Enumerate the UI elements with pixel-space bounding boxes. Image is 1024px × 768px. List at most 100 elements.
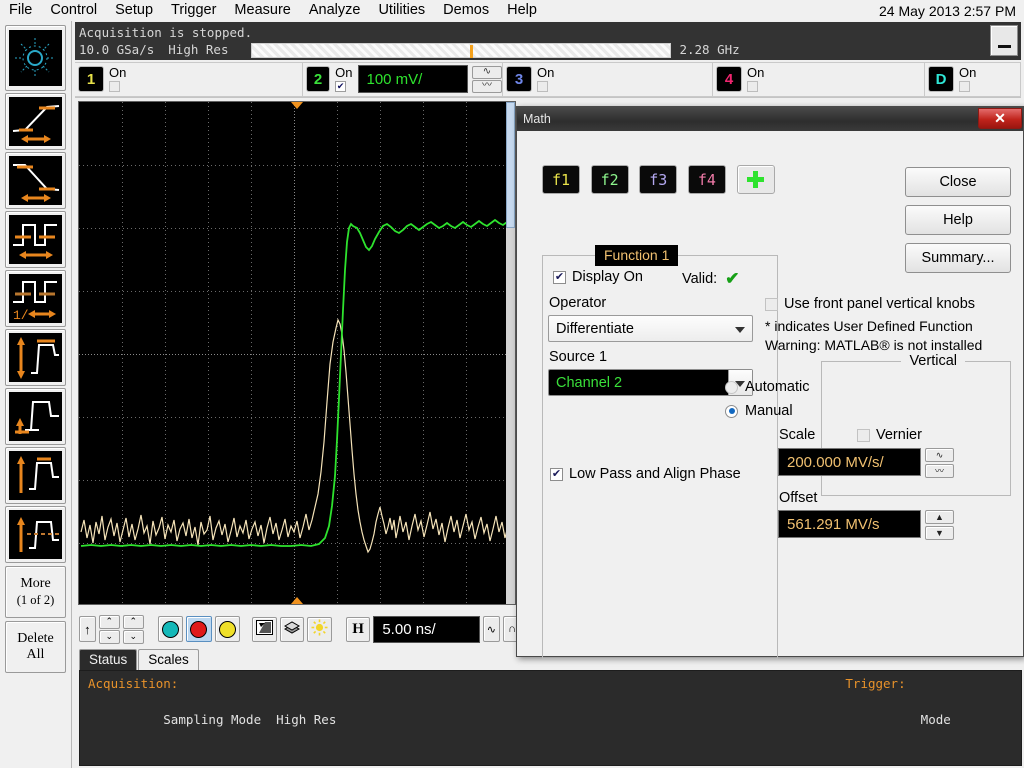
measure-rise-time-button[interactable] (5, 93, 66, 150)
channel-d-state: On (959, 65, 977, 80)
yellow-marker-button[interactable] (214, 616, 241, 642)
scale-knob-buttons[interactable]: ∿ 〰 (925, 448, 954, 478)
manual-label: Manual (745, 403, 793, 419)
tab-scales[interactable]: Scales (138, 649, 199, 670)
vertical-offset-stepper[interactable]: ⌃ ⌄ (98, 614, 120, 644)
trigger-marker-top[interactable] (291, 102, 303, 109)
function-tab-f2[interactable]: f2 (590, 165, 629, 194)
offset-down-button[interactable]: ⌄ (98, 629, 120, 644)
scrollbar-thumb[interactable] (506, 102, 515, 228)
logo-glyph (9, 30, 62, 86)
status-row: Sampling Mode High Res (88, 693, 351, 747)
menu-item-control[interactable]: Control (41, 1, 106, 20)
function-tab-f1[interactable]: f1 (542, 165, 580, 194)
menu-item-setup[interactable]: Setup (106, 1, 162, 20)
source1-select[interactable]: Channel 2 (548, 369, 753, 396)
waveform-display[interactable] (78, 101, 516, 605)
offset-increment-button[interactable]: ▲ (925, 510, 954, 524)
measure-fall-time-button[interactable] (5, 152, 66, 209)
operator-select[interactable]: Differentiate (548, 315, 753, 342)
menu-item-help[interactable]: Help (498, 1, 546, 20)
operator-value: Differentiate (556, 320, 634, 337)
channel-4-badge[interactable]: 4 (716, 66, 742, 92)
more-label: More (20, 576, 51, 591)
add-function-button[interactable] (736, 165, 775, 194)
close-button[interactable]: Close (905, 167, 1011, 197)
scale-down-button[interactable]: ⌄ (122, 629, 144, 644)
help-button[interactable]: Help (905, 205, 1011, 235)
channel-3-block[interactable]: 3 On (503, 61, 713, 97)
chevron-down-icon (735, 381, 745, 387)
measure-frequency-button[interactable]: 1/ (5, 270, 66, 327)
channel-4-state: On (747, 65, 765, 80)
channel-2-checkbox[interactable]: ✔ (335, 81, 347, 92)
menu-item-measure[interactable]: Measure (225, 1, 299, 20)
vernier-checkbox[interactable]: Vernier (857, 427, 922, 443)
lowpass-checkbox[interactable]: ✔ Low Pass and Align Phase (550, 466, 741, 482)
autoscale-button[interactable] (252, 616, 277, 642)
math-dialog[interactable]: Math ✕ f1 f2 f3 f4 Close Help Summary... (516, 106, 1024, 659)
timebase-wave-button-1[interactable]: ∿ (482, 616, 501, 642)
red-marker-button[interactable] (186, 616, 212, 642)
measure-period-button[interactable] (5, 211, 66, 268)
channel-2-wave-icon-1[interactable]: ∿ (472, 65, 502, 79)
trigger-marker-bottom[interactable] (291, 597, 303, 604)
measure-top-button[interactable] (5, 447, 66, 504)
channel-4-checkbox[interactable] (747, 81, 758, 92)
summary-button[interactable]: Summary... (905, 243, 1011, 273)
timebase-value[interactable]: 5.00 ns/ (373, 615, 480, 643)
delete-all-button[interactable]: Delete All (5, 621, 66, 673)
more-measurements-button[interactable]: More (1 of 2) (5, 566, 66, 618)
math-dialog-titlebar[interactable]: Math ✕ (517, 107, 1023, 131)
automatic-radio[interactable]: Automatic (725, 379, 885, 395)
channel-4-block[interactable]: 4 On (713, 61, 925, 97)
math-dialog-title: Math (523, 112, 551, 126)
display-on-checkbox[interactable]: ✔ Display On (553, 269, 643, 285)
offset-spinner[interactable]: ▲ ▼ (925, 510, 954, 540)
scale-wave-button-2[interactable]: 〰 (925, 464, 954, 478)
measure-amplitude-button[interactable] (5, 329, 66, 386)
cyan-marker-button[interactable] (157, 616, 184, 642)
function-tab-f4[interactable]: f4 (687, 165, 726, 194)
waveform-scrollbar[interactable] (506, 102, 515, 604)
function-tab-f3[interactable]: f3 (639, 165, 678, 194)
channel-2-wave-icon-2[interactable]: 〰 (472, 79, 502, 93)
bandwidth-marker[interactable] (469, 44, 473, 58)
menu-item-analyze[interactable]: Analyze (300, 1, 370, 20)
channel-3-checkbox[interactable] (537, 81, 548, 92)
math-close-button[interactable]: ✕ (978, 108, 1022, 129)
minimize-button[interactable] (990, 25, 1018, 56)
front-panel-knobs-checkbox[interactable]: Use front panel vertical knobs (765, 296, 975, 312)
menu-item-demos[interactable]: Demos (434, 1, 498, 20)
scale-wave-button-1[interactable]: ∿ (925, 448, 954, 462)
channel-d-block[interactable]: D On (925, 61, 1021, 97)
channel-2-scale-value[interactable]: 100 mV/ (358, 65, 468, 93)
channel-2-badge[interactable]: 2 (306, 66, 331, 92)
manual-radio[interactable]: Manual (725, 403, 885, 419)
horizontal-mode-button[interactable]: H (345, 616, 371, 642)
trigger-level-button[interactable]: ↑ (79, 616, 96, 642)
vertical-scale-stepper[interactable]: ⌃ ⌄ (122, 614, 144, 644)
scale-up-button[interactable]: ⌃ (122, 614, 144, 629)
channel-1-block[interactable]: 1 On (75, 61, 303, 97)
offset-decrement-button[interactable]: ▼ (925, 526, 954, 540)
channel-2-block[interactable]: 2 On ✔ 100 mV/ ∿ 〰 (303, 61, 503, 97)
tab-status[interactable]: Status (79, 649, 138, 670)
measure-rms-button[interactable] (5, 506, 66, 563)
scale-value[interactable]: 200.000 MV/s/ (778, 448, 921, 476)
channel-3-badge[interactable]: 3 (506, 66, 532, 92)
menu-item-file[interactable]: File (0, 1, 41, 20)
brightness-button[interactable] (307, 616, 332, 642)
offset-value[interactable]: 561.291 MV/s (778, 510, 921, 538)
menu-item-utilities[interactable]: Utilities (369, 1, 434, 20)
menu-item-trigger[interactable]: Trigger (162, 1, 225, 20)
measure-baseline-button[interactable] (5, 388, 66, 445)
bandwidth-slider[interactable] (251, 42, 672, 58)
channel-1-checkbox[interactable] (109, 81, 120, 92)
channel-d-badge[interactable]: D (928, 66, 954, 92)
channel-1-badge[interactable]: 1 (78, 66, 104, 92)
trigger-mode-label: Mode (920, 712, 951, 727)
offset-up-button[interactable]: ⌃ (98, 614, 120, 629)
persistence-button[interactable] (279, 616, 305, 642)
channel-d-checkbox[interactable] (959, 81, 970, 92)
